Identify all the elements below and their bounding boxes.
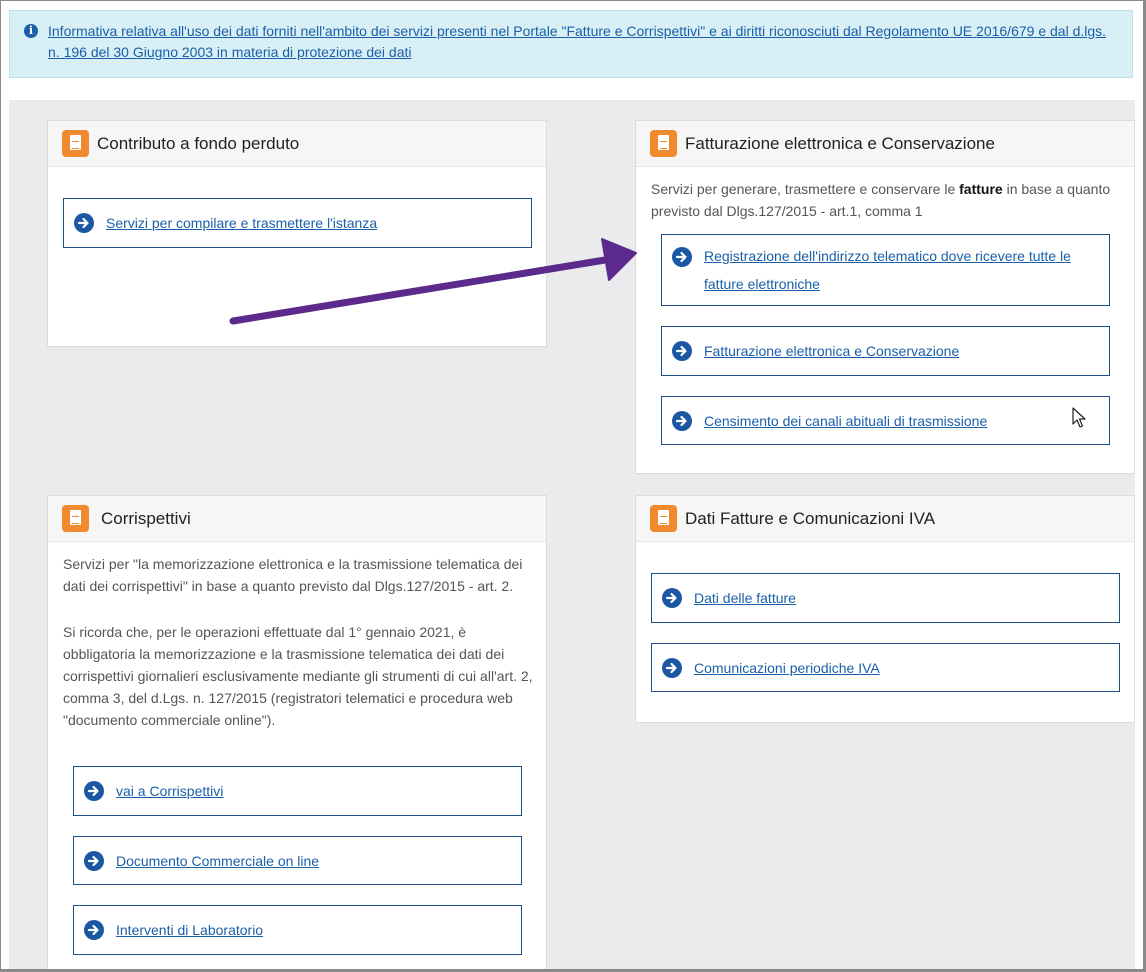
card-fatturazione: Fatturazione elettronica e Conservazione… <box>635 120 1135 474</box>
arrow-right-circle-icon <box>84 920 104 940</box>
link-compila-istanza[interactable]: Servizi per compilare e trasmettere l'is… <box>63 198 532 248</box>
link-documento-commerciale[interactable]: Documento Commerciale on line <box>73 836 522 885</box>
privacy-info-link[interactable]: Informativa relativa all'uso dei dati fo… <box>48 23 1106 60</box>
card-description: Servizi per generare, trasmettere e cons… <box>651 181 1111 219</box>
card-header: Fatturazione elettronica e Conservazione <box>636 121 1134 167</box>
link-label: Fatturazione elettronica e Conservazione <box>704 343 960 359</box>
arrow-right-circle-icon <box>672 410 692 431</box>
arrow-right-circle-icon <box>662 657 682 678</box>
card-title: Corrispettivi <box>101 508 191 528</box>
card-description: Servizi per "la memorizzazione elettroni… <box>63 556 523 594</box>
link-label: Censimento dei canali abituali di trasmi… <box>704 412 988 429</box>
link-label: Interventi di Laboratorio <box>116 922 264 938</box>
document-icon <box>62 505 89 532</box>
arrow-right-circle-icon <box>84 781 104 801</box>
document-icon <box>650 130 677 157</box>
link-censimento-canali[interactable]: Censimento dei canali abituali di trasmi… <box>661 396 1110 445</box>
link-label: Comunicazioni periodiche IVA <box>694 659 880 676</box>
card-contributo: Contributo a fondo perduto Servizi per c… <box>47 120 547 347</box>
link-label: Servizi per compilare e trasmettere l'is… <box>106 215 378 231</box>
info-icon: i <box>24 24 38 38</box>
link-label: Registrazione dell'indirizzo telematico … <box>704 248 1071 292</box>
card-dati-fatture: Dati Fatture e Comunicazioni IVA Dati de… <box>635 495 1135 723</box>
link-dati-fatture[interactable]: Dati delle fatture <box>651 573 1120 623</box>
card-header: Dati Fatture e Comunicazioni IVA <box>636 496 1134 542</box>
arrow-right-circle-icon <box>672 341 692 361</box>
link-label: Documento Commerciale on line <box>116 852 320 869</box>
link-comunicazioni-iva[interactable]: Comunicazioni periodiche IVA <box>651 643 1120 692</box>
arrow-right-circle-icon <box>74 213 94 233</box>
card-corrispettivi: Corrispettivi Servizi per "la memorizzaz… <box>47 495 547 972</box>
card-title: Fatturazione elettronica e Conservazione <box>685 133 995 153</box>
arrow-right-circle-icon <box>672 247 692 267</box>
arrow-right-circle-icon <box>84 850 104 871</box>
document-icon <box>650 505 677 532</box>
arrow-right-circle-icon <box>662 588 682 608</box>
card-title: Contributo a fondo perduto <box>97 133 300 153</box>
link-label: Dati delle fatture <box>694 590 796 606</box>
card-title: Dati Fatture e Comunicazioni IVA <box>685 508 936 528</box>
link-vai-corrispettivi[interactable]: vai a Corrispettivi <box>73 766 522 816</box>
link-label: vai a Corrispettivi <box>116 783 224 799</box>
link-interventi-laboratorio[interactable]: Interventi di Laboratorio <box>73 905 522 955</box>
link-registrazione-indirizzo[interactable]: Registrazione dell'indirizzo telematico … <box>661 234 1110 306</box>
card-header: Corrispettivi <box>48 496 546 542</box>
mouse-cursor-icon <box>1072 407 1086 428</box>
card-header: Contributo a fondo perduto <box>48 121 546 167</box>
link-fatturazione-conservazione[interactable]: Fatturazione elettronica e Conservazione <box>661 326 1110 376</box>
privacy-info-banner: i Informativa relativa all'uso dei dati … <box>9 10 1133 78</box>
card-notice: Si ricorda che, per le operazioni effett… <box>63 624 533 728</box>
document-icon <box>62 130 89 157</box>
